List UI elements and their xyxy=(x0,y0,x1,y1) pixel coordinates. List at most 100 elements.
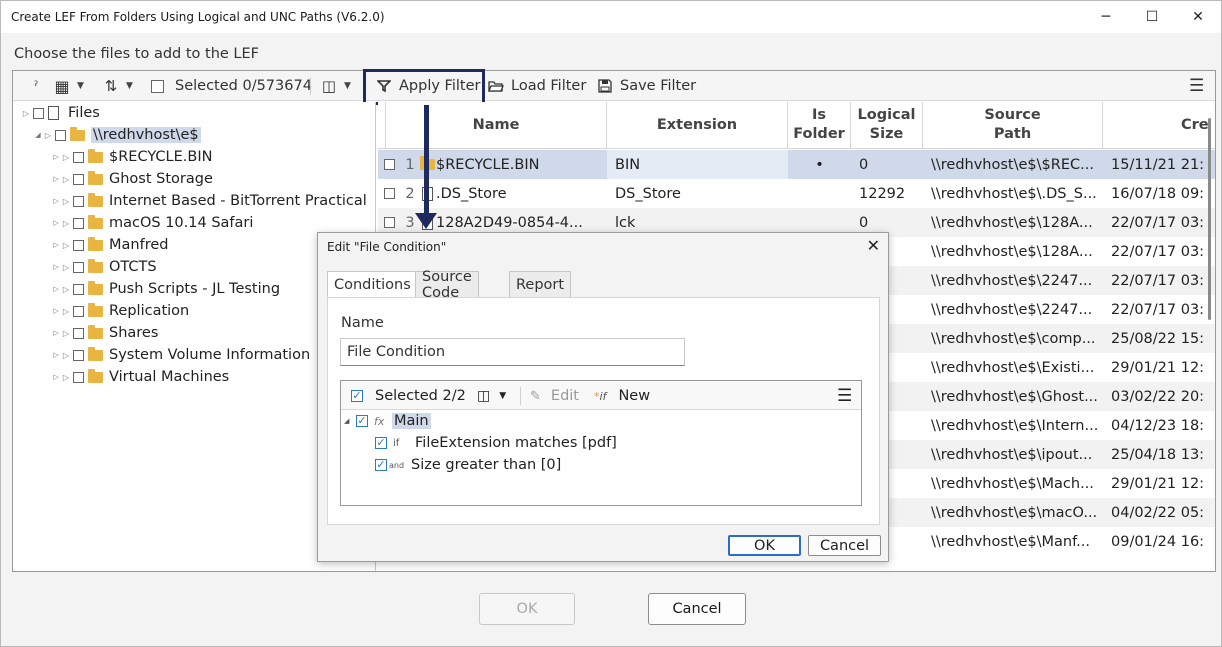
tree-item[interactable]: ▷ ▷ Shares xyxy=(51,322,158,344)
tree-item[interactable]: ▷ ▷ OTCTS xyxy=(51,256,157,278)
row-checkbox[interactable] xyxy=(384,217,395,228)
tree-item[interactable]: ▷ ▷ macOS 10.14 Safari xyxy=(51,212,253,234)
cell-ext: BIN xyxy=(607,150,788,179)
tab-source-code[interactable]: Source Code xyxy=(415,269,479,301)
tree-item[interactable]: ▷ ▷ Ghost Storage xyxy=(51,168,213,190)
close-button[interactable]: ✕ xyxy=(1175,1,1221,33)
intro-text: Choose the files to add to the LEF xyxy=(14,46,260,62)
cell-date: 29/01/21 12: xyxy=(1111,359,1205,376)
table-row[interactable]: 1 $RECYCLE.BIN BIN • 0 \\redhvhost\e$\$REC...… xyxy=(378,150,1215,179)
cell-path: \\redhvhost\e$\2247... xyxy=(931,301,1093,318)
cell-n: 1 xyxy=(405,156,415,173)
fx-icon: fx xyxy=(374,414,385,428)
folder-icon xyxy=(70,126,85,141)
select-all-checkbox[interactable] xyxy=(151,79,164,93)
cancel-button[interactable]: Cancel xyxy=(648,593,746,625)
tree-item[interactable]: ▷ ▷ System Volume Information xyxy=(51,344,310,366)
tree-item[interactable]: ▷ ▷ Internet Based - BitTorrent Practical xyxy=(51,190,367,212)
cell-path: \\redhvhost\e$\Mach... xyxy=(931,475,1094,492)
tree-item[interactable]: ▷ ▷ Push Scripts - JL Testing xyxy=(51,278,280,300)
floppy-icon xyxy=(596,77,614,95)
condition-tree-box: ✓ Selected 2/2 ◫▼ ✎Edit *ifNew ☰ ◢ ✓ xyxy=(340,380,862,506)
layout-button[interactable]: ◫ ▼ xyxy=(320,71,351,101)
select-all-toggle[interactable]: Selected 0/573674 xyxy=(149,71,312,101)
callout-arrowhead xyxy=(415,213,437,229)
condition-and[interactable]: ✓ and Size greater than [0] xyxy=(375,454,561,476)
condition-main[interactable]: ◢ ✓ fx Main xyxy=(344,410,431,432)
dialog-close-button[interactable]: ✕ xyxy=(867,236,880,255)
cell-path: \\redhvhost\e$\comp... xyxy=(931,330,1096,347)
condition-layout-button[interactable]: ◫ ▼ xyxy=(477,385,506,407)
open-folder-icon xyxy=(487,77,505,95)
row-checkbox[interactable] xyxy=(384,159,395,170)
folder-icon xyxy=(88,236,103,251)
condition-new-button[interactable]: *if New xyxy=(594,385,650,407)
cell-folder xyxy=(788,179,851,208)
dialog-ok-button[interactable]: OK xyxy=(728,535,801,556)
tree-item[interactable]: ▷ ▷ Manfred xyxy=(51,234,168,256)
cell-ext: DS_Store xyxy=(615,185,681,202)
cell-path: \\redhvhost\e$\$REC... xyxy=(931,156,1094,173)
cell-date: 22/07/17 03: xyxy=(1111,243,1205,260)
save-filter-label: Save Filter xyxy=(620,78,697,94)
check-icon[interactable]: ✓ xyxy=(351,390,363,402)
condition-edit-button[interactable]: ✎ Edit xyxy=(530,385,579,407)
main-window: Create LEF From Folders Using Logical an… xyxy=(0,0,1222,647)
folder-icon xyxy=(88,346,103,361)
folder-icon xyxy=(88,324,103,339)
col-source-path[interactable]: Source Path xyxy=(923,102,1103,149)
tree-host[interactable]: ◢ ▷ \\redhvhost\e$ xyxy=(33,124,201,146)
ok-button[interactable]: OK xyxy=(479,593,575,625)
minimize-button[interactable]: ─ xyxy=(1083,1,1129,33)
dialog-cancel-button[interactable]: Cancel xyxy=(808,535,881,556)
tree-item[interactable]: ▷ ▷ $RECYCLE.BIN xyxy=(51,146,212,168)
cell-path: \\redhvhost\e$\ipout... xyxy=(931,446,1093,463)
col-logical-size[interactable]: Logical Size xyxy=(851,102,923,149)
cell-name: $RECYCLE.BIN xyxy=(436,156,540,173)
tab-report[interactable]: Report xyxy=(509,271,572,297)
window-title: Create LEF From Folders Using Logical an… xyxy=(11,10,385,24)
table-row[interactable]: 2 .DS_Store DS_Store 12292 \\redhvhost\e$\.D… xyxy=(378,179,1215,208)
condition-select-all[interactable]: ✓ Selected 2/2 xyxy=(351,385,466,407)
layout-icon: ◫ xyxy=(321,77,337,95)
tree-item-label: Push Scripts - JL Testing xyxy=(109,281,281,297)
row-checkbox[interactable] xyxy=(384,188,395,199)
grid-view-button[interactable]: ▦ ▼ xyxy=(53,71,83,101)
save-filter-button[interactable]: Save Filter xyxy=(596,71,696,101)
vertical-scrollbar[interactable] xyxy=(1208,118,1211,320)
cell-size: 12292 xyxy=(859,185,906,202)
condition-menu-icon[interactable]: ☰ xyxy=(837,385,852,407)
condition-if[interactable]: ✓ if FileExtension matches [pdf] xyxy=(375,432,617,454)
tab-conditions[interactable]: Conditions xyxy=(327,271,418,298)
col-extension[interactable]: Extension xyxy=(607,102,788,149)
load-filter-button[interactable]: Load Filter xyxy=(487,71,586,101)
name-field[interactable]: File Condition xyxy=(340,338,685,366)
col-name[interactable]: Name xyxy=(386,102,607,149)
cell-date: 03/02/22 20: xyxy=(1111,388,1205,405)
sort-icon: ⇅ xyxy=(104,77,118,95)
tree-item[interactable]: ▷ ▷ Virtual Machines xyxy=(51,366,229,388)
name-label: Name xyxy=(341,315,384,331)
load-filter-label: Load Filter xyxy=(511,78,587,94)
maximize-button[interactable]: ☐ xyxy=(1129,1,1175,33)
tree-item[interactable]: ▷ ▷ Replication xyxy=(51,300,189,322)
cell-path: \\redhvhost\e$\128A... xyxy=(931,214,1093,231)
cell-path: \\redhvhost\e$\2247... xyxy=(931,272,1093,289)
dialog-title: Edit "File Condition" xyxy=(327,240,447,254)
folder-icon xyxy=(88,214,103,229)
selected-count: Selected 0/573674 xyxy=(175,78,312,94)
sort-button[interactable]: ⇅ ▼ xyxy=(102,71,133,101)
col-created[interactable]: Cre xyxy=(1103,102,1215,149)
cell-path: \\redhvhost\e$\Ghost... xyxy=(931,388,1098,405)
tree-item-label: Replication xyxy=(109,303,190,319)
edit-condition-dialog: Edit "File Condition" ✕ Conditions Sourc… xyxy=(317,232,889,562)
col-is-folder[interactable]: Is Folder xyxy=(788,102,851,149)
condition-selected-count: Selected 2/2 xyxy=(375,388,466,404)
collapse-icon[interactable]: ˀ xyxy=(27,71,51,101)
cell-path: \\redhvhost\e$\Existi... xyxy=(931,359,1095,376)
hamburger-menu-icon[interactable]: ☰ xyxy=(1189,71,1204,101)
grid-icon: ▦ xyxy=(54,76,70,96)
title-bar: Create LEF From Folders Using Logical an… xyxy=(1,1,1221,33)
tree-root[interactable]: ▷ Files xyxy=(21,102,100,124)
cell-date: 16/07/18 09: xyxy=(1111,185,1205,202)
